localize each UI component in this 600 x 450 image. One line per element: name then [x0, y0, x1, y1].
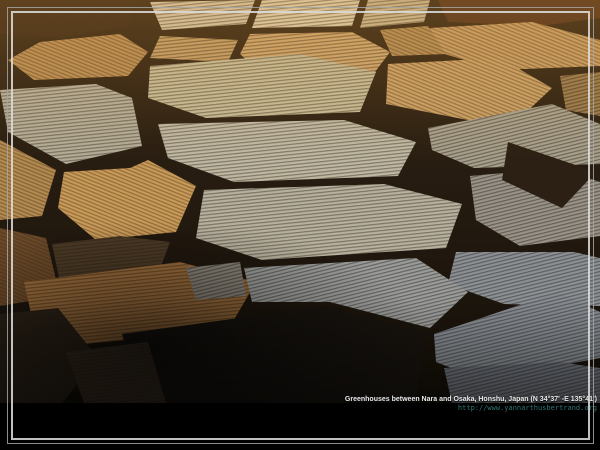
aerial-greenhouses-photo [0, 0, 600, 403]
wallpaper-canvas: Greenhouses between Nara and Osaka, Hons… [0, 0, 600, 450]
caption-url-text: http://www.yannarthusbertrand.org [37, 404, 597, 412]
sunset-light-overlay [0, 0, 600, 160]
photo-illustration [0, 0, 600, 403]
bottom-fade-overlay [0, 300, 600, 403]
